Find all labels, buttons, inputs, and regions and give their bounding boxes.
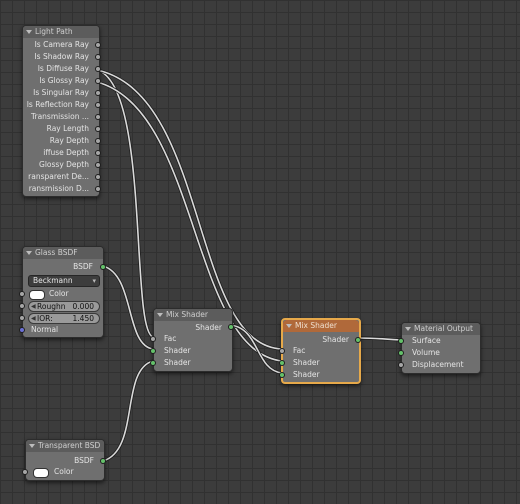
mix-shader-node-2[interactable]: Mix Shader Shader Fac Shader Shader	[279, 318, 361, 384]
input-shader-a: Shader	[164, 346, 191, 355]
output-bsdf: BSDF	[74, 456, 94, 465]
socket-normal-in[interactable]	[19, 327, 25, 333]
socket-is-shadow-ray[interactable]	[95, 54, 101, 60]
output-shader: Shader	[322, 335, 349, 344]
input-shader-a: Shader	[293, 358, 320, 367]
output-is-diffuse-ray: Is Diffuse Ray	[37, 64, 89, 73]
collapse-arrow-icon[interactable]	[286, 324, 292, 328]
mix-shader-node-1[interactable]: Mix Shader Shader Fac Shader Shader	[150, 308, 234, 372]
decrement-arrow-icon[interactable]: ◀	[31, 302, 36, 311]
socket-roughness-in[interactable]	[19, 303, 25, 309]
light-path-header[interactable]: Light Path	[23, 26, 99, 38]
ior-label: IOR:	[37, 314, 53, 323]
socket-fac-in[interactable]	[150, 336, 156, 342]
distribution-value: Beckmann	[33, 276, 73, 285]
output-transmission-depth: ransmission D...	[28, 184, 89, 193]
input-displacement: Displacement	[412, 360, 464, 369]
collapse-arrow-icon[interactable]	[29, 444, 35, 448]
output-bsdf: BSDF	[73, 262, 93, 271]
glass-bsdf-node[interactable]: Glass BSDF BSDF Beckmann ▾ Color ◀ Rough…	[19, 246, 106, 338]
glass-bsdf-header[interactable]: Glass BSDF	[23, 247, 103, 259]
input-fac: Fac	[164, 334, 177, 343]
color-label: Color	[49, 289, 69, 298]
collapse-arrow-icon[interactable]	[26, 30, 32, 34]
socket-is-camera-ray[interactable]	[95, 42, 101, 48]
color-swatch[interactable]	[33, 468, 49, 478]
light-path-node[interactable]: Light Path Is Camera Ray Is Shadow Ray I…	[22, 25, 101, 197]
ior-field[interactable]: ◀ IOR: 1.450	[28, 313, 100, 324]
socket-shader-a-in[interactable]	[150, 348, 156, 354]
output-is-singular-ray: Is Singular Ray	[33, 88, 89, 97]
collapse-arrow-icon[interactable]	[26, 251, 32, 255]
socket-glossy-depth[interactable]	[95, 162, 101, 168]
decrement-arrow-icon[interactable]: ◀	[31, 314, 36, 323]
output-shader: Shader	[195, 323, 222, 332]
transparent-bsdf-header[interactable]: Transparent BSD	[26, 440, 104, 452]
socket-color-in[interactable]	[22, 469, 28, 475]
output-transmission: Transmission ...	[31, 112, 89, 121]
roughness-value: 0.000	[72, 302, 94, 311]
socket-shader-out[interactable]	[355, 337, 361, 343]
output-ray-depth: Ray Depth	[49, 136, 89, 145]
output-is-reflection-ray: Is Reflection Ray	[26, 100, 89, 109]
socket-surface-in[interactable]	[398, 338, 404, 344]
socket-shader-a-in[interactable]	[279, 360, 285, 366]
color-swatch[interactable]	[29, 290, 45, 300]
input-fac: Fac	[293, 346, 306, 355]
socket-shader-b-in[interactable]	[150, 360, 156, 366]
socket-color-in[interactable]	[19, 291, 25, 297]
socket-ray-depth[interactable]	[95, 138, 101, 144]
collapse-arrow-icon[interactable]	[405, 327, 411, 331]
input-shader-b: Shader	[164, 358, 191, 367]
mix-shader-1-header[interactable]: Mix Shader	[154, 309, 232, 321]
glass-bsdf-title: Glass BSDF	[35, 248, 78, 257]
transparent-bsdf-title: Transparent BSD	[38, 441, 101, 450]
color-label: Color	[54, 467, 74, 476]
input-surface: Surface	[412, 336, 441, 345]
output-is-camera-ray: Is Camera Ray	[34, 40, 89, 49]
material-output-header[interactable]: Material Output	[402, 323, 480, 335]
socket-is-reflection-ray[interactable]	[95, 102, 101, 108]
roughness-label: Roughn	[37, 302, 66, 311]
socket-ior-in[interactable]	[19, 315, 25, 321]
collapse-arrow-icon[interactable]	[157, 313, 163, 317]
socket-diffuse-depth[interactable]	[95, 150, 101, 156]
socket-is-diffuse-ray[interactable]	[95, 66, 101, 72]
mix-shader-2-header[interactable]: Mix Shader	[283, 320, 359, 332]
socket-is-singular-ray[interactable]	[95, 90, 101, 96]
socket-shader-b-in[interactable]	[279, 372, 285, 378]
light-path-title: Light Path	[35, 27, 73, 36]
socket-bsdf-out[interactable]	[100, 264, 106, 270]
output-ray-length: Ray Length	[46, 124, 89, 133]
mix-shader-1-title: Mix Shader	[166, 310, 208, 319]
chevron-down-icon: ▾	[92, 277, 96, 285]
roughness-field[interactable]: ◀ Roughn 0.000	[28, 301, 100, 312]
mix-shader-2-title: Mix Shader	[295, 321, 337, 330]
output-glossy-depth: Glossy Depth	[39, 160, 89, 169]
ior-value: 1.450	[72, 314, 94, 323]
output-is-glossy-ray: Is Glossy Ray	[39, 76, 89, 85]
socket-transparent-depth[interactable]	[95, 174, 101, 180]
socket-displacement-in[interactable]	[398, 362, 404, 368]
socket-bsdf-out[interactable]	[100, 458, 106, 464]
input-volume: Volume	[412, 348, 440, 357]
output-is-shadow-ray: Is Shadow Ray	[34, 52, 89, 61]
output-transparent-depth: ransparent De...	[28, 172, 89, 181]
socket-transmission-depth[interactable]	[95, 186, 101, 192]
socket-is-glossy-ray[interactable]	[95, 78, 101, 84]
transparent-bsdf-node[interactable]: Transparent BSD BSDF Color	[22, 439, 106, 481]
material-output-title: Material Output	[414, 324, 473, 333]
input-shader-b: Shader	[293, 370, 320, 379]
material-output-node[interactable]: Material Output Surface Volume Displacem…	[398, 322, 481, 374]
output-diffuse-depth: iffuse Depth	[43, 148, 89, 157]
socket-ray-length[interactable]	[95, 126, 101, 132]
normal-label: Normal	[31, 325, 59, 334]
distribution-dropdown[interactable]: Beckmann ▾	[28, 275, 100, 287]
socket-shader-out[interactable]	[228, 324, 234, 330]
socket-volume-in[interactable]	[398, 350, 404, 356]
socket-transmission[interactable]	[95, 114, 101, 120]
socket-fac-in[interactable]	[279, 348, 285, 354]
